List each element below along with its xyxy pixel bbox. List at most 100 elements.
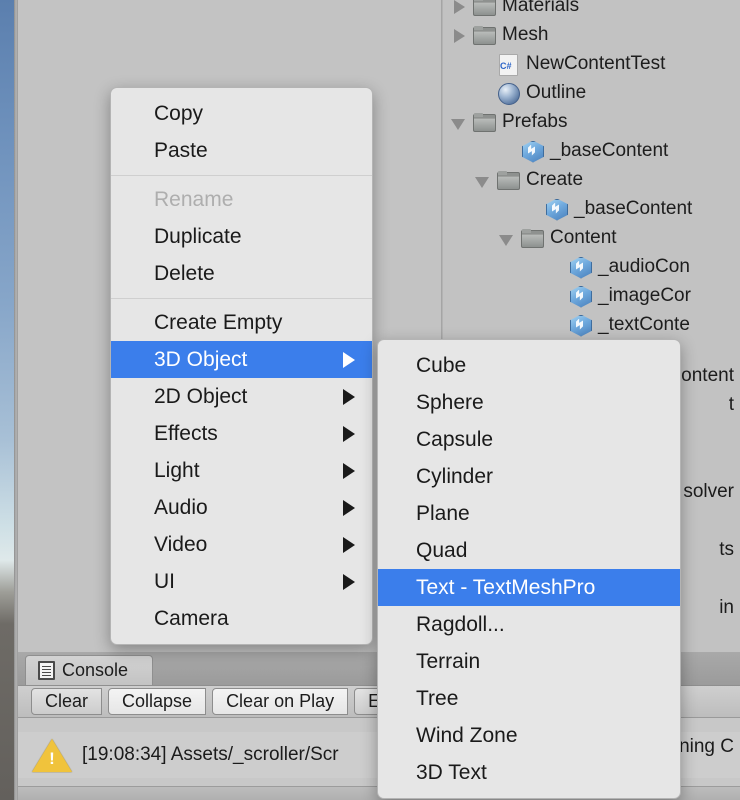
hierarchy-row-label: NewContentTest [526,52,666,74]
hierarchy-row[interactable]: Create [443,165,740,194]
menu-item-3d-text[interactable]: 3D Text [378,754,680,791]
hierarchy-row-label: _textConte [598,313,690,335]
hierarchy-occluded-text: solver [683,481,734,502]
hierarchy-row-label: Create [526,168,584,190]
hierarchy-row[interactable]: Outline [443,78,740,107]
menu-item-label: Effects [154,421,218,445]
menu-item-label: Quad [416,538,468,562]
menu-item-terrain[interactable]: Terrain [378,643,680,680]
prefab-cube-icon [568,256,592,278]
no-chevron-spacer [499,145,516,157]
menu-item-label: Delete [154,261,215,285]
menu-item-video[interactable]: Video [111,526,372,563]
hierarchy-row[interactable]: _baseContent [443,136,740,165]
menu-item-copy[interactable]: Copy [111,95,372,132]
menu-item-paste[interactable]: Paste [111,132,372,169]
menu-item-label: Duplicate [154,224,242,248]
no-chevron-spacer [547,290,564,302]
hierarchy-row[interactable]: NewContentTest [443,49,740,78]
csharp-script-icon [496,53,520,76]
menu-item-label: UI [154,569,175,593]
menu-item-light[interactable]: Light [111,452,372,489]
chevron-down-icon[interactable] [499,232,516,246]
prefab-cube-icon [568,285,592,307]
warning-icon [32,737,72,773]
scene-view-sliver[interactable] [0,0,14,800]
menu-item-3d-object[interactable]: 3D Object [111,341,372,378]
console-button-clear-on-play[interactable]: Clear on Play [212,688,349,715]
menu-item-tree[interactable]: Tree [378,680,680,717]
tab-console-label: Console [62,660,129,680]
hierarchy-row[interactable]: _baseContent [443,194,740,223]
hierarchy-row[interactable]: Content [443,223,740,252]
hierarchy-occluded-text: ontent [681,365,734,386]
submenu-arrow-icon [343,425,355,442]
menu-item-audio[interactable]: Audio [111,489,372,526]
hierarchy-row[interactable]: _audioCon [443,252,740,281]
menu-item-label: Capsule [416,427,494,451]
three-d-object-submenu[interactable]: Cube Sphere Capsule Cylinder Plane Quad Text -… [377,339,681,799]
tab-console[interactable]: Console [25,655,153,685]
menu-item-text-textmeshpro[interactable]: Text - TextMeshPro [378,569,680,606]
menu-item-label: 2D Object [154,384,248,408]
chevron-down-icon[interactable] [451,116,468,130]
hierarchy-row-label: _imageCor [598,284,691,306]
menu-item-effects[interactable]: Effects [111,415,372,452]
menu-item-label: Video [154,532,208,556]
chevron-right-icon[interactable] [451,0,468,14]
hierarchy-row[interactable]: _imageCor [443,281,740,310]
menu-item-label: Text - TextMeshPro [416,575,596,599]
submenu-arrow-icon [343,462,355,479]
folder-icon [472,24,496,46]
menu-item-quad[interactable]: Quad [378,532,680,569]
no-chevron-spacer [523,203,540,215]
menu-item-wind-zone[interactable]: Wind Zone [378,717,680,754]
menu-item-label: Tree [416,686,459,710]
material-sphere-icon [496,82,520,105]
menu-item-2d-object[interactable]: 2D Object [111,378,372,415]
menu-item-camera[interactable]: Camera [111,600,372,637]
hierarchy-occluded-text: in [719,597,734,618]
hierarchy-row-label: Prefabs [502,110,568,132]
menu-item-label: Wind Zone [416,723,518,747]
menu-item-label: Cube [416,353,467,377]
menu-item-rename: Rename [111,181,372,218]
hierarchy-row[interactable]: Prefabs [443,107,740,136]
menu-item-label: Paste [154,138,208,162]
menu-item-sphere[interactable]: Sphere [378,384,680,421]
menu-item-ragdoll[interactable]: Ragdoll... [378,606,680,643]
menu-item-label: 3D Object [154,347,248,371]
menu-item-cube[interactable]: Cube [378,347,680,384]
hierarchy-row-label: Outline [526,81,587,103]
submenu-arrow-icon [343,388,355,405]
console-button-collapse[interactable]: Collapse [108,688,207,715]
menu-item-create-empty[interactable]: Create Empty [111,304,372,341]
unity-editor-window: Materials Mesh NewContentTest Outline Prefab… [0,0,740,800]
console-log-text: [19:08:34] Assets/_scroller/Scr [82,744,339,765]
hierarchy-row-label: Content [550,226,617,248]
chevron-down-icon[interactable] [475,174,492,188]
hierarchy-row-label: Mesh [502,23,549,45]
hierarchy-row[interactable]: _textConte [443,310,740,339]
menu-item-capsule[interactable]: Capsule [378,421,680,458]
hierarchy-row-label: _audioCon [598,255,690,277]
menu-item-duplicate[interactable]: Duplicate [111,218,372,255]
menu-item-plane[interactable]: Plane [378,495,680,532]
menu-item-ui[interactable]: UI [111,563,372,600]
hierarchy-occluded-text: ts [719,539,734,560]
hierarchy-occluded-text: t [728,394,734,415]
submenu-arrow-icon [343,351,355,368]
submenu-arrow-icon [343,499,355,516]
hierarchy-row[interactable]: Mesh [443,20,740,49]
hierarchy-context-menu[interactable]: Copy Paste Rename Duplicate Delete Create Emp… [110,87,373,645]
console-button-clear[interactable]: Clear [31,688,103,715]
menu-item-label: Rename [154,187,234,211]
menu-item-cylinder[interactable]: Cylinder [378,458,680,495]
submenu-arrow-icon [343,573,355,590]
no-chevron-spacer [475,58,492,70]
menu-item-delete[interactable]: Delete [111,255,372,292]
hierarchy-row[interactable]: Materials [443,0,740,20]
folder-icon [472,111,496,133]
menu-separator [111,175,372,176]
chevron-right-icon[interactable] [451,28,468,43]
